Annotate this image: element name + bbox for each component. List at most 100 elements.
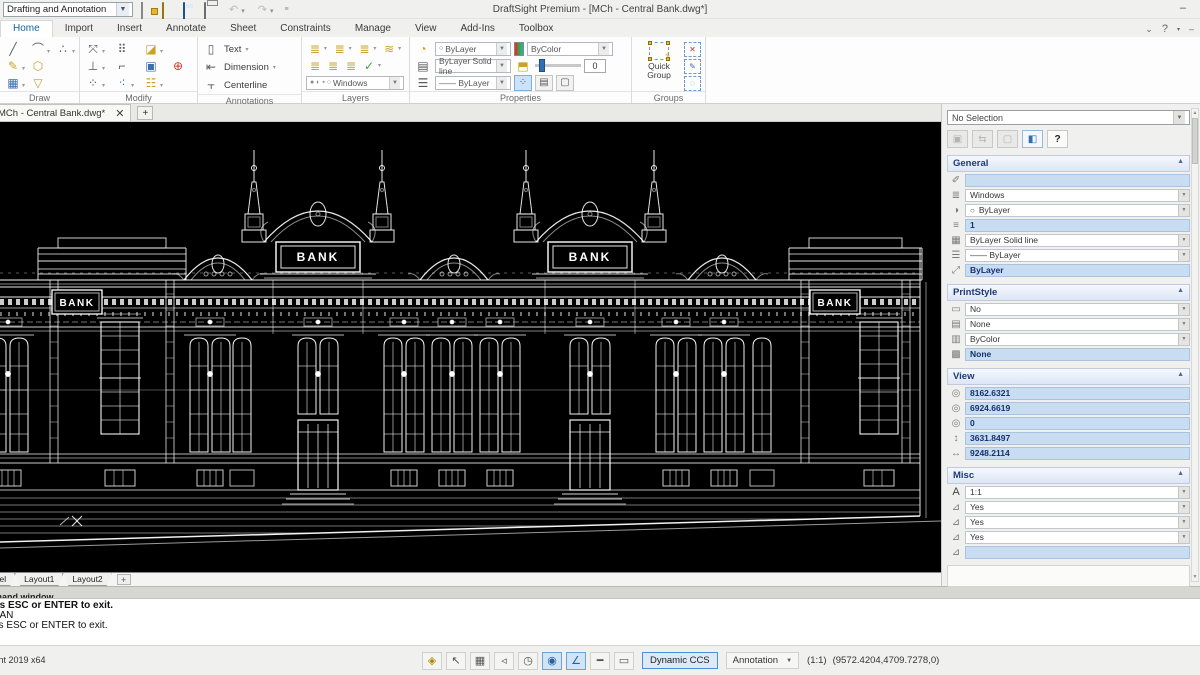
polar-icon[interactable]: ◷ — [518, 651, 538, 670]
command-window[interactable]: Press ESC or ENTER to exit. : PAN Press … — [0, 599, 1200, 645]
view-center-y-field[interactable]: 6924.6619 — [965, 401, 1190, 415]
panel-scrollbar[interactable]: ▲ ▼ — [1191, 108, 1199, 582]
printstyle-field-3[interactable]: None — [965, 347, 1190, 361]
save-icon[interactable] — [183, 1, 198, 21]
layout-tab-layout2[interactable]: Layout2 — [63, 573, 111, 586]
tab-insert[interactable]: Insert — [105, 21, 154, 37]
collapse-icon[interactable]: ▲ — [1177, 371, 1184, 382]
tab-toolbox[interactable]: Toolbox — [507, 21, 565, 37]
edit-group-icon[interactable]: ✎ — [684, 59, 701, 74]
quick-group-button[interactable]: ⚡ Quick Group — [640, 40, 678, 91]
group-manager-icon[interactable]: ◌ — [684, 76, 701, 91]
section-header-printstyle[interactable]: PrintStyle ▲ — [947, 284, 1190, 301]
tab-view[interactable]: View — [403, 21, 449, 37]
select-all-icon[interactable]: ▢ — [997, 130, 1018, 148]
help-dropdown-icon[interactable]: ▾ — [1177, 26, 1180, 33]
pattern-icon[interactable]: ⠿ — [113, 42, 131, 56]
scroll-up-icon[interactable]: ▲ — [1192, 110, 1198, 116]
command-window-header[interactable]: Command window — [0, 586, 1200, 599]
drawing-canvas[interactable]: BANK BANK BANK BANK — [0, 122, 942, 572]
dimension-tool[interactable]: ⇤ Dimension ▾ — [202, 58, 297, 76]
rotate-icon[interactable]: ◪ — [142, 42, 160, 56]
toolbar-options-icon[interactable]: ≡ — [284, 6, 288, 13]
tab-addins[interactable]: Add-Ins — [448, 21, 506, 37]
print-icon[interactable] — [204, 1, 219, 21]
layer-off-icon[interactable]: ≣ — [306, 59, 324, 73]
ucs-combo-2[interactable]: Yes ▼ — [965, 515, 1190, 529]
ortho-icon[interactable]: ◃ — [494, 651, 514, 670]
transparency-slider[interactable] — [535, 59, 581, 72]
tab-import[interactable]: Import — [53, 21, 105, 37]
linetype-combo[interactable]: ByLayer Solid line ▼ — [435, 56, 511, 76]
color-bars-icon[interactable] — [514, 41, 524, 56]
ucs-combo-3[interactable]: Yes ▼ — [965, 530, 1190, 544]
fillet-icon[interactable]: ☷ — [142, 76, 160, 90]
linetype-scale-field[interactable]: 1 — [965, 218, 1190, 232]
grid-icon[interactable]: ▦ — [470, 651, 490, 670]
match-properties-icon[interactable]: ▤ — [535, 74, 553, 91]
entity-track-icon[interactable]: ∠ — [566, 651, 586, 670]
new-layout-tab-button[interactable]: + — [116, 574, 131, 585]
scrollbar-thumb[interactable] — [1192, 118, 1198, 164]
line-color-icon[interactable]: ◔ — [414, 42, 432, 56]
tab-sheet[interactable]: Sheet — [218, 21, 268, 37]
dynamic-input-icon[interactable]: ▭ — [614, 651, 634, 670]
lineweight-display-icon[interactable]: ━ — [590, 651, 610, 670]
transparency-field[interactable]: ByLayer — [965, 263, 1190, 277]
point-icon[interactable]: ∴ — [54, 42, 72, 56]
layer-lock-icon[interactable]: ≣ — [356, 42, 374, 56]
minimize-icon[interactable]: – — [1180, 2, 1186, 14]
arc-icon[interactable]: ⌒ — [29, 40, 47, 57]
close-icon[interactable]: ✕ — [115, 107, 124, 120]
clear-properties-icon[interactable]: ▢ — [556, 74, 574, 91]
move-icon[interactable]: ⤧ — [84, 42, 102, 57]
layer-check-icon[interactable]: ✓ — [360, 59, 378, 73]
layout-tab-layout1[interactable]: Layout1 — [15, 573, 63, 586]
undo-icon[interactable]: ↶ ▾ — [229, 3, 248, 16]
tab-constraints[interactable]: Constraints — [268, 21, 343, 37]
line-color-combo[interactable]: ○ ByLayer ▼ — [965, 203, 1190, 217]
annotation-scale-combo[interactable]: 1:1 ▼ — [965, 485, 1190, 499]
trim-icon[interactable]: ⊥ — [84, 59, 102, 73]
scale-icon[interactable]: ▣ — [142, 59, 160, 73]
hatch-icon[interactable]: ▦ — [4, 76, 22, 90]
layer-match-icon[interactable]: ≣ — [324, 59, 342, 73]
layer-properties-icon[interactable]: ≣ — [306, 42, 324, 56]
lineweight-combo[interactable]: —— ByLayer ▼ — [435, 75, 511, 90]
tab-manage[interactable]: Manage — [343, 21, 403, 37]
entity-snap-icon[interactable]: ◉ — [542, 651, 562, 670]
scroll-down-icon[interactable]: ▼ — [1192, 574, 1198, 580]
selection-combo[interactable]: No Selection ▼ — [947, 110, 1190, 125]
new-file-icon[interactable] — [141, 1, 156, 21]
entity-name-field[interactable] — [965, 173, 1190, 187]
annotation-scale-dropdown[interactable]: Annotation ▼ — [725, 652, 800, 669]
panel-help-button[interactable]: ? — [1047, 130, 1068, 148]
hatch-color-combo[interactable]: ByColor ▼ — [527, 41, 613, 56]
transparency-value[interactable]: 0 — [584, 58, 606, 73]
region-icon[interactable]: ▽ — [29, 76, 47, 90]
offset-icon[interactable]: ⌐ — [113, 59, 131, 73]
minimize-ribbon-icon[interactable]: – — [1189, 24, 1194, 34]
line-icon[interactable]: ╱ — [4, 42, 22, 56]
open-file-icon[interactable] — [162, 1, 177, 21]
quick-select-icon[interactable]: ⇆ — [972, 130, 993, 148]
properties-toggle-icon[interactable]: ⁘ — [514, 74, 532, 91]
view-center-z-field[interactable]: 0 — [965, 416, 1190, 430]
select-entities-icon[interactable]: ▣ — [947, 130, 968, 148]
layer-combo[interactable]: Windows ▼ — [965, 188, 1190, 202]
section-header-view[interactable]: View ▲ — [947, 368, 1190, 385]
layer-isolate-icon[interactable]: ≋ — [380, 42, 398, 56]
view-width-field[interactable]: 9248.2114 — [965, 446, 1190, 460]
stretch-icon[interactable]: ⊕ — [169, 59, 187, 73]
pointer-icon[interactable]: ↖ — [446, 651, 466, 670]
layer-freeze-icon[interactable]: ≣ — [331, 42, 349, 56]
collapse-icon[interactable]: ▲ — [1177, 158, 1184, 169]
mirror-icon[interactable]: ⁖ — [113, 76, 131, 90]
layer-delete-icon[interactable]: ≣ — [342, 59, 360, 73]
ucs-name-field[interactable] — [965, 545, 1190, 559]
active-layer-combo[interactable]: ● ◐ ▪ ○ Windows ▼ — [306, 75, 404, 90]
text-tool[interactable]: ▯ Text ▾ — [202, 40, 297, 58]
lineweight-combo[interactable]: —— ByLayer ▼ — [965, 248, 1190, 262]
tab-annotate[interactable]: Annotate — [154, 21, 218, 37]
chevron-down-icon[interactable]: ▼ — [389, 76, 400, 89]
